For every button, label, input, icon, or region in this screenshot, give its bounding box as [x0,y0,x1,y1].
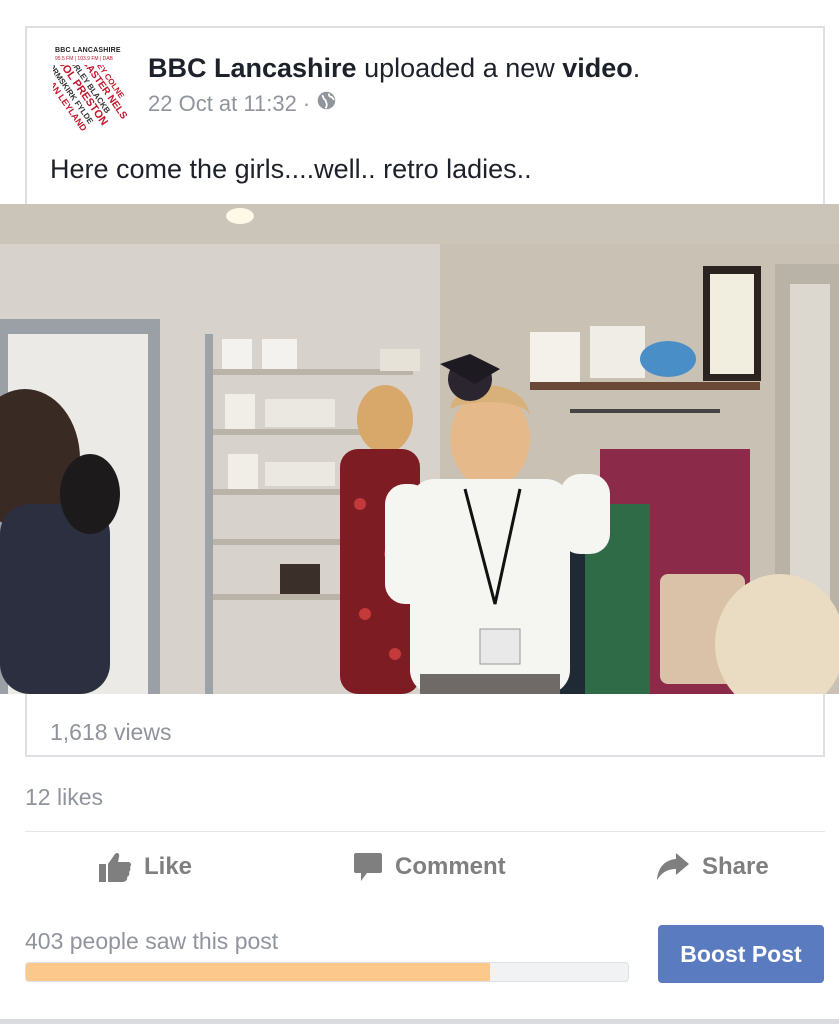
logo-brand-text: BBC LANCASHIRE [55,47,121,54]
reach-progress-bar [25,962,629,982]
action-text: uploaded a new [356,53,563,83]
comment-label: Comment [395,853,506,880]
post-card: BURNLEY COLNE LANCASTER NELS CHORLEY BLA… [0,26,839,757]
reach-progress-fill [26,963,490,981]
likes-count[interactable]: 12 likes [25,784,103,811]
meta-separator: · [302,90,311,116]
post-timestamp[interactable]: 22 Oct at 11:32 [148,91,297,117]
period: . [632,53,641,83]
post-meta: 22 Oct at 11:32 · [148,90,337,117]
boost-post-button[interactable]: Boost Post [658,925,824,983]
like-button[interactable]: Like [98,845,192,889]
video-frame [0,204,839,694]
post-text: Here come the girls....well.. retro ladi… [50,154,532,184]
logo-frequency-text: 95.5 FM | 103.9 FM | DAB [55,56,113,62]
globe-icon [316,90,337,117]
video-views: 1,618 views [50,719,172,745]
video-link[interactable]: video [562,53,633,83]
comment-button[interactable]: Comment [353,845,506,889]
bottom-separator [0,1019,839,1024]
share-arrow-icon [656,852,690,882]
page-name-link[interactable]: BBC Lancashire [148,53,357,83]
reach-text: 403 people saw this post [25,928,279,954]
video-player[interactable] [0,204,839,694]
action-divider [25,831,825,832]
page-avatar[interactable]: BURNLEY COLNE LANCASTER NELS CHORLEY BLA… [53,45,133,131]
thumbs-up-icon [98,851,132,883]
like-label: Like [144,853,193,880]
comment-icon [353,851,383,883]
post-header: BBC Lancashire uploaded a new video. [148,53,640,84]
share-button[interactable]: Share [656,845,769,889]
share-label: Share [702,853,769,880]
